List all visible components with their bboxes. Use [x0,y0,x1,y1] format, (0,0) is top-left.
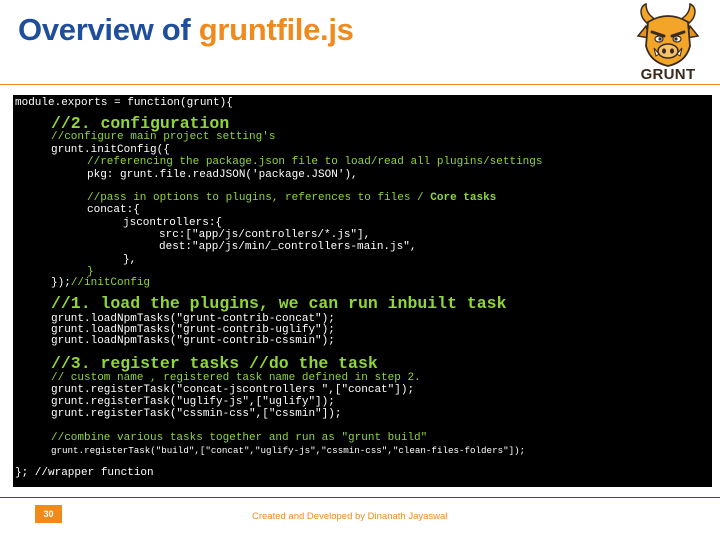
code-line: grunt.registerTask("uglify-js",["uglify"… [51,396,335,408]
code-comment: // custom name , registered task name de… [51,372,421,384]
code-comment: //initConfig [70,277,151,289]
code-text: }); [51,277,71,289]
title-divider [0,84,720,85]
code-line: module.exports = function(grunt){ [15,97,233,109]
code-line: grunt.loadNpmTasks("grunt-contrib-cssmin… [51,335,335,347]
code-line: src:["app/js/controllers/*.js"], [159,229,371,241]
page-number-badge: 30 [35,505,62,523]
code-comment-line: //pass in options to plugins, references… [87,193,496,204]
code-comment: //pass in options to plugins, references… [87,192,431,204]
code-line: }; //wrapper function [15,467,154,479]
code-heading: //3. register tasks //do the task [51,354,378,373]
footer-divider [0,497,720,498]
code-line: });//initConfig [51,278,150,289]
code-line: grunt.registerTask("cssmin-css",["cssmin… [51,408,342,420]
code-block: module.exports = function(grunt){ //2. c… [13,95,712,487]
code-line: grunt.initConfig({ [51,144,170,156]
slide-title: Overview of gruntfile.js [18,12,354,48]
code-line: concat:{ [87,204,140,216]
code-comment: //referencing the package.json file to l… [87,156,543,168]
code-line: grunt.registerTask("concat-jscontrollers… [51,384,415,396]
code-line: dest:"app/js/min/_controllers-main.js", [159,241,417,253]
slide-title-filename: gruntfile.js [198,12,354,47]
grunt-logo-wordmark: GRUNT [640,66,696,83]
code-line: pkg: grunt.file.readJSON('package.JSON')… [87,169,358,181]
code-comment: //combine various tasks together and run… [51,432,428,444]
slide-title-prefix: Overview of [18,12,199,47]
code-line: }, [123,254,137,266]
code-heading: //1. load the plugins, we can run inbuil… [51,294,507,313]
code-line: grunt.registerTask("build",["concat","ug… [51,445,526,456]
footer-credit: Created and Developed by Dinanath Jayasw… [252,511,448,522]
code-comment-emphasis: Core tasks [430,192,497,204]
code-comment: //configure main project setting's [51,131,276,143]
code-line: jscontrollers:{ [123,217,223,229]
